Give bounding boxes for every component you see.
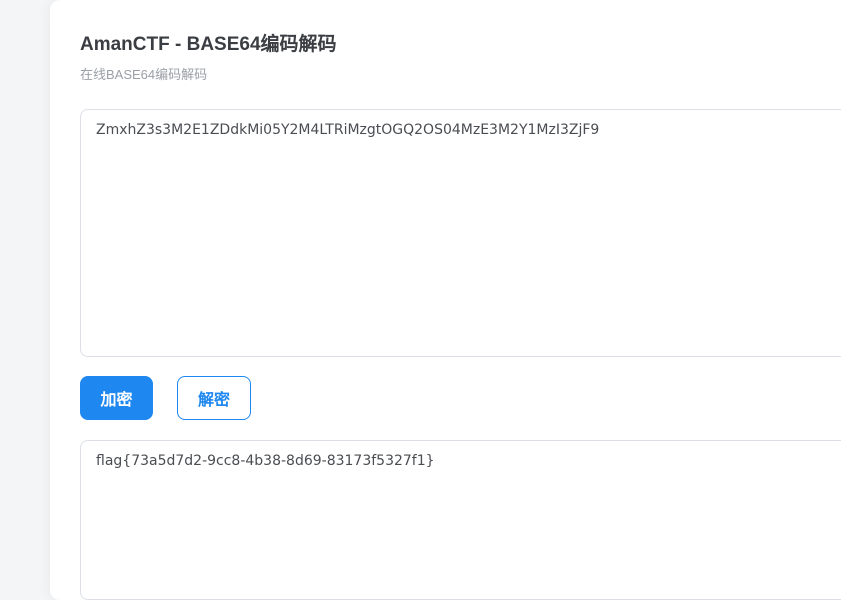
decode-button[interactable]: 解密 <box>177 376 251 420</box>
main-card: AmanCTF - BASE64编码解码 在线BASE64编码解码 ZmxhZ3… <box>50 0 841 600</box>
page-subtitle: 在线BASE64编码解码 <box>80 67 208 82</box>
input-textarea[interactable]: ZmxhZ3s3M2E1ZDdkMi05Y2M4LTRiMzgtOGQ2OS04… <box>80 109 841 357</box>
encode-button[interactable]: 加密 <box>80 376 153 420</box>
output-textarea[interactable]: flag{73a5d7d2-9cc8-4b38-8d69-83173f5327f… <box>80 440 841 600</box>
page-title: AmanCTF - BASE64编码解码 <box>80 34 337 55</box>
